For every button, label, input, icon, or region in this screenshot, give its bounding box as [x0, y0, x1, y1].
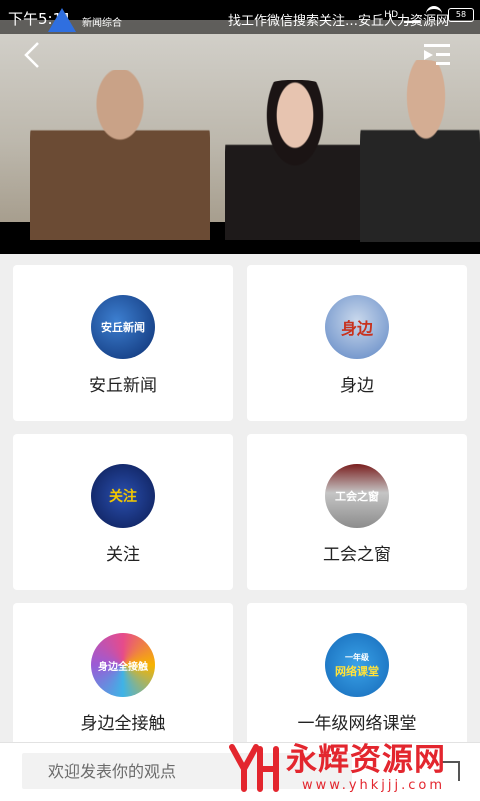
program-card-gonghui[interactable]: 工会之窗 工会之窗: [247, 434, 467, 590]
status-icons: HD 58: [384, 6, 474, 23]
program-label: 身边: [340, 376, 374, 396]
video-person-right: [360, 60, 480, 242]
wifi-icon: [426, 6, 442, 23]
video-player[interactable]: [0, 0, 480, 254]
online-class-logo-sub: 一年级: [345, 652, 369, 662]
status-bar: 下午5:11 新闻综合 找工作微信搜索关注…安丘人力资源网 HD 58: [0, 0, 480, 34]
program-card-shenbian[interactable]: 身边 身边: [247, 265, 467, 421]
chevron-left-icon: [24, 42, 39, 68]
program-label: 一年级网络课堂: [297, 714, 417, 734]
video-frame[interactable]: [0, 20, 480, 242]
program-card-anqiu-news[interactable]: 安丘新闻 安丘新闻: [13, 265, 233, 421]
guanzhu-logo-icon: 关注: [91, 464, 155, 528]
program-label: 工会之窗: [323, 545, 391, 565]
gonghui-logo-icon: 工会之窗: [325, 464, 389, 528]
video-person-center: [225, 80, 365, 240]
watermark-logo-icon: [226, 739, 282, 795]
battery-icon: 58: [448, 7, 474, 22]
online-class-logo-title: 网络课堂: [335, 664, 379, 678]
channel-logo-icon: [48, 8, 76, 32]
channel-logo: 新闻综合: [48, 8, 138, 34]
program-label: 关注: [106, 545, 140, 565]
playlist-button[interactable]: [424, 42, 454, 68]
channel-logo-text: 新闻综合: [82, 18, 122, 29]
video-person-left: [30, 70, 210, 240]
shenbian-logo-icon: 身边: [325, 295, 389, 359]
watermark: 永辉资源网 www.yhkjjj.com: [226, 736, 476, 798]
watermark-title: 永辉资源网: [286, 741, 446, 778]
back-button[interactable]: [18, 40, 48, 70]
network-type-label: HD: [384, 9, 398, 20]
program-label: 身边全接触: [80, 714, 166, 734]
online-class-logo-icon: 一年级 网络课堂: [325, 633, 389, 697]
program-card-shenbian-quanjiechu[interactable]: 身边全接触 身边全接触: [13, 603, 233, 759]
anqiu-news-logo-icon: 安丘新闻: [91, 295, 155, 359]
watermark-url: www.yhkjjj.com: [302, 777, 446, 793]
program-label: 安丘新闻: [89, 376, 157, 396]
playlist-icon: [424, 44, 450, 65]
program-card-guanzhu[interactable]: 关注 关注: [13, 434, 233, 590]
shenbian-quanjiechu-logo-icon: 身边全接触: [91, 633, 155, 697]
signal-icon: [404, 7, 420, 23]
